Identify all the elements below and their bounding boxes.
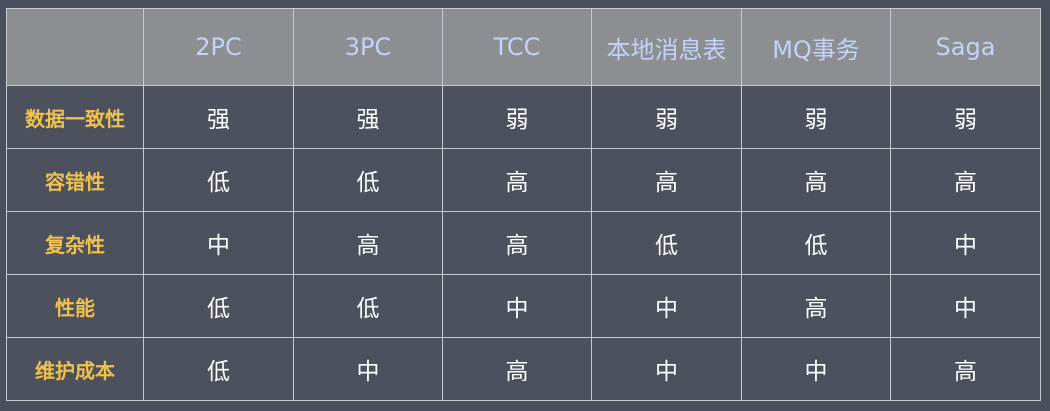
corner-cell: [6, 8, 144, 86]
table-row: 数据一致性 强 强 弱 弱 弱 弱: [6, 85, 1041, 149]
table-row: 性能 低 低 中 中 高 中: [6, 274, 1041, 338]
row-label-complexity: 复杂性: [6, 211, 144, 275]
table-cell: 低: [293, 274, 443, 338]
table-cell: 高: [442, 148, 592, 212]
table-row: 维护成本 低 中 高 中 中 高: [6, 337, 1041, 401]
column-header-3pc: 3PC: [293, 8, 443, 86]
table-cell: 强: [143, 85, 294, 149]
table-cell: 低: [143, 274, 294, 338]
row-label-performance: 性能: [6, 274, 144, 338]
table-cell: 高: [442, 337, 592, 401]
table-cell: 弱: [591, 85, 742, 149]
table-cell: 中: [442, 274, 592, 338]
table-cell: 低: [143, 148, 294, 212]
table-cell: 高: [293, 211, 443, 275]
column-header-saga: Saga: [890, 8, 1041, 86]
table-cell: 中: [890, 274, 1041, 338]
table-row: 容错性 低 低 高 高 高 高: [6, 148, 1041, 212]
row-label-fault-tolerance: 容错性: [6, 148, 144, 212]
slide: 2PC 3PC TCC 本地消息表 MQ事务 Saga 数据一致性 强 强 弱 …: [0, 0, 1050, 411]
table-cell: 低: [591, 211, 742, 275]
column-header-mq-transaction: MQ事务: [741, 8, 891, 86]
column-header-tcc: TCC: [442, 8, 592, 86]
table-cell: 低: [293, 148, 443, 212]
row-label-maintenance-cost: 维护成本: [6, 337, 144, 401]
column-header-2pc: 2PC: [143, 8, 294, 86]
table-cell: 中: [591, 337, 742, 401]
column-header-local-message-table: 本地消息表: [591, 8, 742, 86]
table-row: 复杂性 中 高 高 低 低 中: [6, 211, 1041, 275]
table-cell: 高: [741, 148, 891, 212]
table-cell: 弱: [442, 85, 592, 149]
header-row: 2PC 3PC TCC 本地消息表 MQ事务 Saga: [6, 8, 1041, 86]
table-cell: 高: [591, 148, 742, 212]
table-cell: 中: [143, 211, 294, 275]
table-cell: 中: [741, 337, 891, 401]
table-cell: 低: [741, 211, 891, 275]
table-cell: 中: [293, 337, 443, 401]
table-cell: 高: [890, 337, 1041, 401]
table-cell: 高: [442, 211, 592, 275]
table-cell: 强: [293, 85, 443, 149]
table-cell: 低: [143, 337, 294, 401]
table-cell: 弱: [890, 85, 1041, 149]
comparison-table: 2PC 3PC TCC 本地消息表 MQ事务 Saga 数据一致性 强 强 弱 …: [6, 8, 1041, 401]
row-label-consistency: 数据一致性: [6, 85, 144, 149]
table-cell: 高: [890, 148, 1041, 212]
table-cell: 中: [591, 274, 742, 338]
table-cell: 高: [741, 274, 891, 338]
table-cell: 中: [890, 211, 1041, 275]
table-cell: 弱: [741, 85, 891, 149]
